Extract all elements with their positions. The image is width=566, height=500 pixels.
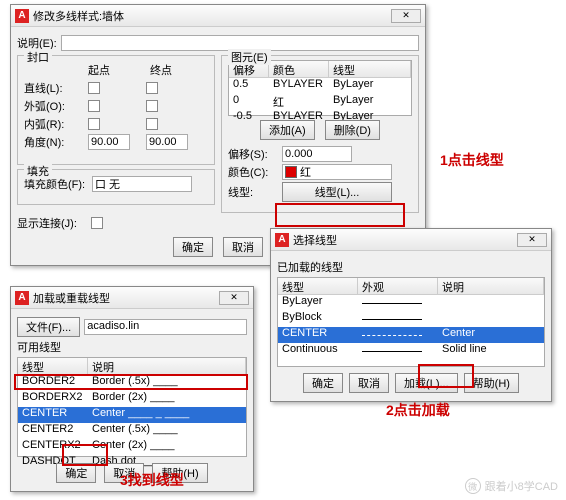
table-row: ContinuousSolid line [278,343,544,359]
modify-mline-dialog: A 修改多线样式:墙体 ✕ 说明(E): 封口 起点 终点 直线(L): 外弧(… [10,4,426,266]
titlebar: A 选择线型 ✕ [271,229,551,251]
close-icon[interactable]: ✕ [517,233,547,247]
table-row: ByBlock [278,311,544,327]
titlebar: A 加载或重载线型 ✕ [11,287,253,309]
cap-group: 封口 起点 终点 直线(L): 外弧(O): 内弧(R): 角度(N): [17,55,215,165]
ok-button[interactable]: 确定 [173,237,213,257]
loaded-table[interactable]: 线型外观说明 ByLayer ByBlock CENTERCenter Cont… [277,277,545,367]
inner-start-check[interactable] [88,118,100,130]
help-button[interactable]: 帮助(H) [464,373,519,393]
fill-group: 填充 填充颜色(F): 口 无 [17,169,215,205]
close-icon[interactable]: ✕ [391,9,421,23]
linetype-button[interactable]: 线型(L)... [282,182,392,202]
anno-text-2: 2点击加载 [386,400,450,420]
ok-button[interactable]: 确定 [303,373,343,393]
cancel-button[interactable]: 取消 [349,373,389,393]
table-row: CENTER2Center (.5x) ____ [18,423,246,439]
outer-start-check[interactable] [88,100,100,112]
dialog-title: 加载或重载线型 [33,290,219,306]
table-row: CENTERCenter ____ _ ____ [18,407,246,423]
table-row: BORDERX2Border (2x) ____ [18,391,246,407]
elem-group: 图元(E) 偏移颜色线型 0.5BYLAYERByLayer 0红ByLayer… [221,55,419,213]
inner-end-check[interactable] [146,118,158,130]
line-start-check[interactable] [88,82,100,94]
select-linetype-dialog: A 选择线型 ✕ 已加载的线型 线型外观说明 ByLayer ByBlock C… [270,228,552,402]
table-row: CENTERCenter [278,327,544,343]
delete-button[interactable]: 删除(D) [325,120,380,140]
file-button[interactable]: 文件(F)... [17,317,80,337]
titlebar: A 修改多线样式:墙体 ✕ [11,5,425,27]
load-linetype-dialog: A 加载或重载线型 ✕ 文件(F)... acadiso.lin 可用线型 线型… [10,286,254,492]
show-joint-check[interactable] [91,217,103,229]
line-end-check[interactable] [146,82,158,94]
outer-end-check[interactable] [146,100,158,112]
app-icon: A [275,233,289,247]
dialog-title: 选择线型 [293,232,517,248]
angle-start-input[interactable] [88,134,130,150]
file-input[interactable]: acadiso.lin [84,319,247,335]
avail-table[interactable]: 线型说明 BORDER2Border (.5x) ____ BORDERX2Bo… [17,357,247,457]
anno-text-3: 3找到线型 [120,470,184,490]
table-row: BORDER2Border (.5x) ____ [18,375,246,391]
dialog-title: 修改多线样式:墙体 [33,8,391,24]
color-select[interactable]: 红 [282,164,392,180]
table-row: CENTERX2Center (2x) ____ [18,439,246,455]
app-icon: A [15,291,29,305]
fill-color-select[interactable]: 口 无 [92,176,192,192]
load-button[interactable]: 加载(L)... [395,373,458,393]
wechat-icon: 微 [465,478,481,494]
ok-button[interactable]: 确定 [56,463,96,483]
add-button[interactable]: 添加(A) [260,120,315,140]
close-icon[interactable]: ✕ [219,291,249,305]
table-row: ByLayer [278,295,544,311]
app-icon: A [15,9,29,23]
anno-text-1: 1点击线型 [440,150,504,170]
offset-input[interactable] [282,146,352,162]
cancel-button[interactable]: 取消 [223,237,263,257]
elem-table[interactable]: 偏移颜色线型 0.5BYLAYERByLayer 0红ByLayer -0.5B… [228,60,412,116]
watermark: 微 跟着小8学CAD [465,478,558,494]
angle-end-input[interactable] [146,134,188,150]
